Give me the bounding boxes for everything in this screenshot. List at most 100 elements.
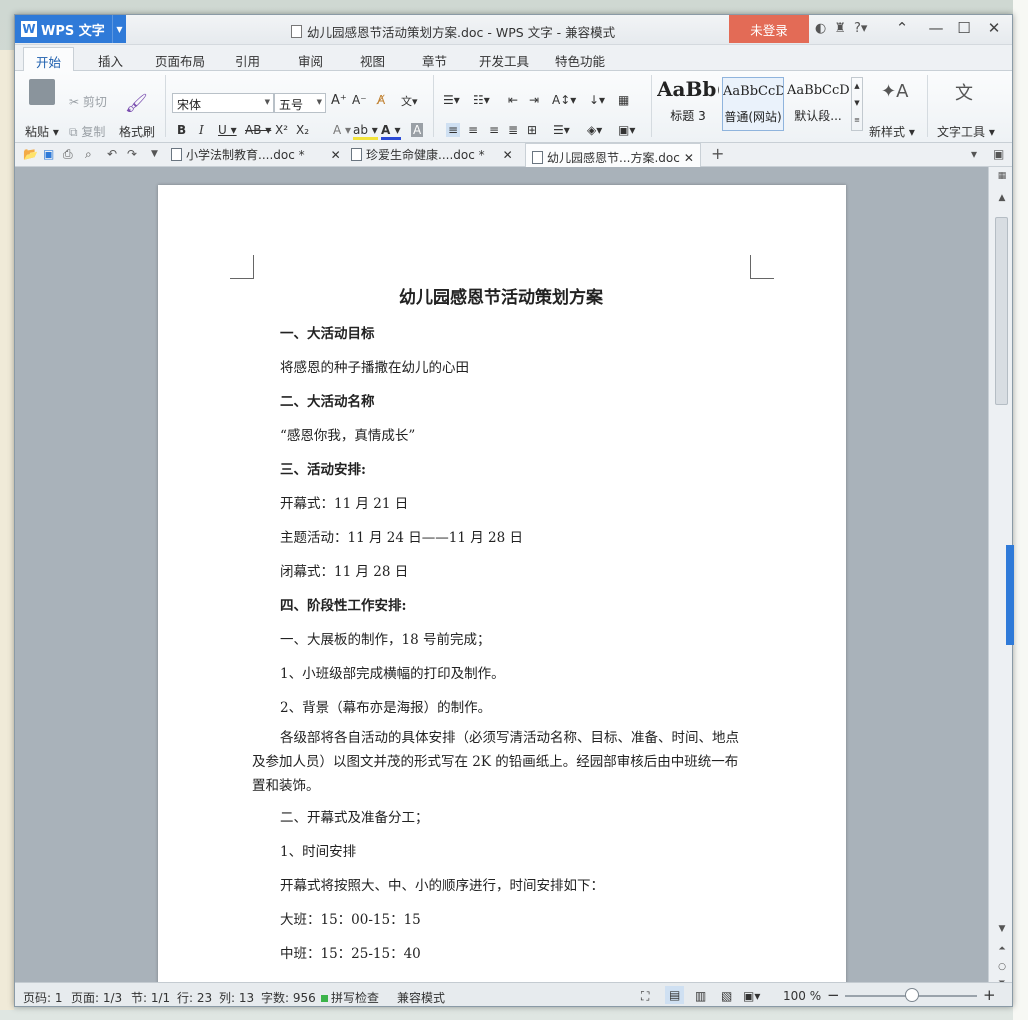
- chevron-down-icon[interactable]: ▼: [112, 15, 126, 43]
- tab-review[interactable]: 审阅: [298, 51, 323, 70]
- help-icon[interactable]: ?▾: [854, 21, 867, 36]
- sort-icon[interactable]: ↓▾: [589, 93, 605, 107]
- undo-icon[interactable]: ↶: [107, 147, 117, 161]
- skin-icon[interactable]: ◐: [815, 21, 826, 36]
- status-word-count[interactable]: 字数: 956: [261, 989, 316, 1006]
- distribute-icon[interactable]: ⊞: [527, 123, 537, 137]
- line-spacing-icon[interactable]: ☰▾: [553, 123, 570, 137]
- new-style-button[interactable]: 新样式 ▾: [869, 123, 915, 140]
- font-color-icon[interactable]: A ▾: [381, 123, 401, 140]
- align-left-icon[interactable]: ≡: [446, 123, 461, 137]
- open-folder-icon[interactable]: 📂: [23, 147, 38, 161]
- superscript-icon[interactable]: X²: [275, 123, 288, 137]
- minimize-button[interactable]: —: [925, 19, 947, 37]
- reading-view-icon[interactable]: ▣▾: [743, 989, 760, 1003]
- quick-access-menu-icon[interactable]: ▼: [151, 149, 158, 159]
- document-page[interactable]: 幼儿园感恩节活动策划方案 一、大活动目标 将感恩的种子播撒在幼儿的心田 二、大活动名…: [158, 185, 846, 982]
- shirt-icon[interactable]: ♜: [834, 21, 846, 36]
- table-icon[interactable]: ▦: [618, 93, 629, 107]
- italic-icon[interactable]: I: [199, 123, 204, 137]
- zoom-out-icon[interactable]: −: [827, 986, 840, 1004]
- side-panel-toggle[interactable]: [1006, 545, 1014, 645]
- spell-check-toggle[interactable]: 拼写检查: [321, 989, 379, 1006]
- print-preview-icon[interactable]: ⌕: [85, 147, 92, 162]
- tab-list-icon[interactable]: ▾: [971, 147, 977, 161]
- strikethrough-icon[interactable]: AB ▾: [245, 123, 271, 137]
- new-style-icon[interactable]: ✦A: [881, 81, 908, 102]
- tab-references[interactable]: 引用: [235, 51, 260, 70]
- style-default-paragraph[interactable]: AaBbCcD 默认段...: [787, 77, 849, 131]
- print-icon[interactable]: ⎙: [63, 147, 73, 162]
- border-icon[interactable]: ▣▾: [618, 123, 635, 137]
- close-tab-icon[interactable]: ✕: [503, 148, 513, 162]
- grow-font-icon[interactable]: A⁺: [331, 93, 347, 108]
- format-painter-button[interactable]: 格式刷: [119, 123, 155, 140]
- shrink-font-icon[interactable]: A⁻: [352, 93, 367, 107]
- doc-tab[interactable]: 珍爱生命健康....doc * ✕: [351, 146, 513, 163]
- highlight-icon[interactable]: ab ▾: [353, 123, 378, 140]
- scroll-down-icon[interactable]: ▼: [995, 924, 1009, 934]
- tab-special[interactable]: 特色功能: [555, 51, 605, 70]
- justify-icon[interactable]: ≣: [508, 123, 518, 137]
- paste-icon[interactable]: [29, 79, 55, 105]
- clear-format-icon[interactable]: A̸: [377, 93, 385, 107]
- phonetic-guide-icon[interactable]: 文▾: [401, 93, 418, 109]
- tab-page-layout[interactable]: 页面布局: [155, 51, 205, 70]
- text-tools-icon[interactable]: 文: [955, 79, 973, 105]
- bold-icon[interactable]: B: [177, 123, 186, 137]
- tab-view[interactable]: 视图: [360, 51, 385, 70]
- close-button[interactable]: ✕: [983, 19, 1005, 37]
- split-view-icon[interactable]: ▦: [995, 171, 1009, 181]
- numbered-list-icon[interactable]: ☷▾: [473, 93, 490, 107]
- style-scroll-icon[interactable]: ▲ ▼ ≡: [851, 77, 863, 131]
- font-name-select[interactable]: 宋体 ▼: [172, 93, 274, 113]
- app-menu-button[interactable]: W WPS 文字 ▼: [15, 15, 126, 43]
- select-browse-icon[interactable]: ○: [995, 962, 1009, 972]
- doc-tab-active[interactable]: 幼儿园感恩节...方案.doc ✕: [525, 143, 701, 168]
- zoom-in-icon[interactable]: +: [983, 986, 996, 1004]
- decrease-indent-icon[interactable]: ⇤: [508, 93, 518, 107]
- align-right-icon[interactable]: ≡: [489, 123, 499, 137]
- close-tab-icon[interactable]: ✕: [684, 151, 694, 165]
- save-icon[interactable]: ▣: [43, 147, 54, 161]
- text-tools-button[interactable]: 文字工具 ▾: [937, 123, 995, 140]
- text-effect-icon[interactable]: A ▾: [333, 123, 351, 137]
- page-view-icon[interactable]: ▤: [665, 986, 685, 1004]
- maximize-button[interactable]: ☐: [953, 19, 975, 37]
- bullet-list-icon[interactable]: ☰▾: [443, 93, 460, 107]
- web-view-icon[interactable]: ▧: [721, 989, 732, 1003]
- previous-page-icon[interactable]: ⏶: [995, 944, 1009, 954]
- fullscreen-view-icon[interactable]: ⛶: [641, 989, 649, 1004]
- cut-button[interactable]: ✂ 剪切: [69, 93, 107, 110]
- tab-options-icon[interactable]: ▣: [993, 147, 1004, 161]
- collapse-ribbon-icon[interactable]: ⌃: [891, 19, 913, 37]
- underline-icon[interactable]: U ▾: [218, 123, 237, 137]
- redo-icon[interactable]: ↷: [127, 147, 137, 161]
- increase-indent-icon[interactable]: ⇥: [529, 93, 539, 107]
- text-direction-icon[interactable]: A↕▾: [552, 93, 576, 107]
- font-size-select[interactable]: 五号 ▼: [274, 93, 326, 113]
- zoom-level[interactable]: 100 %: [783, 989, 821, 1003]
- paste-button[interactable]: 粘贴 ▾: [25, 123, 59, 140]
- char-shading-icon[interactable]: A: [411, 123, 424, 137]
- style-heading3[interactable]: AaBb( 标题 3: [657, 77, 719, 131]
- login-button[interactable]: 未登录: [729, 15, 809, 43]
- format-painter-icon[interactable]: 🖌: [125, 93, 148, 114]
- outline-view-icon[interactable]: ▥: [695, 989, 706, 1003]
- align-center-icon[interactable]: ≡: [468, 123, 478, 137]
- document-workspace[interactable]: 幼儿园感恩节活动策划方案 一、大活动目标 将感恩的种子播撒在幼儿的心田 二、大活动名…: [15, 167, 988, 982]
- copy-button[interactable]: ⧉ 复制: [69, 123, 105, 140]
- tab-chapter[interactable]: 章节: [422, 51, 447, 70]
- style-normal-web[interactable]: AaBbCcD 普通(网站): [722, 77, 784, 131]
- scroll-thumb[interactable]: [995, 217, 1008, 405]
- new-tab-icon[interactable]: +: [711, 144, 724, 163]
- tab-home[interactable]: 开始: [23, 47, 75, 72]
- tab-insert[interactable]: 插入: [98, 51, 123, 70]
- subscript-icon[interactable]: X₂: [296, 123, 309, 137]
- zoom-slider-handle[interactable]: [905, 988, 919, 1002]
- shading-icon[interactable]: ◈▾: [587, 123, 602, 137]
- close-tab-icon[interactable]: ✕: [331, 148, 341, 162]
- doc-tab[interactable]: 小学法制教育....doc * ✕: [171, 146, 341, 163]
- scroll-up-icon[interactable]: ▲: [995, 193, 1009, 203]
- tab-developer[interactable]: 开发工具: [479, 51, 529, 70]
